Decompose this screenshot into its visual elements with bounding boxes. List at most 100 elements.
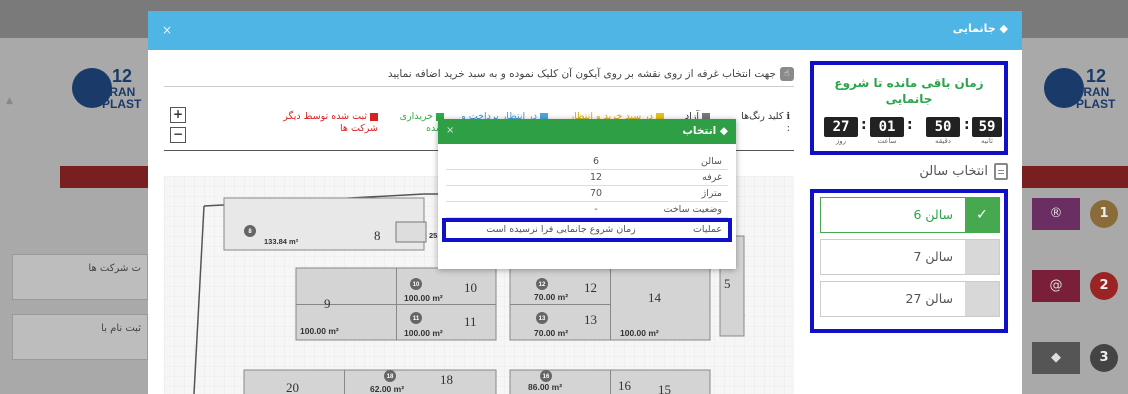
booth-small-shape — [395, 221, 427, 243]
legend-other-company: ثبت شده توسط دیگر شرکت ها — [283, 111, 378, 134]
popup-row-value: - — [594, 204, 598, 215]
timer-minutes: 50 — [926, 117, 960, 137]
modal-close-button[interactable]: × — [162, 23, 172, 37]
booth-9-number: 9 — [324, 296, 331, 311]
popup-title: ◆ انتخاب — [682, 125, 728, 137]
svg-text:PLAST: PLAST — [102, 97, 142, 111]
popup-row-value: 6 — [592, 156, 600, 167]
iran-plast-logo-right: 12 IRAN PLAST — [1044, 66, 1116, 111]
instruction-text: ☝ جهت انتخاب غرفه از روی نقشه بر روی آیکو… — [164, 67, 794, 87]
hall-option-7[interactable]: سالن 7 — [820, 239, 1000, 275]
instruction-label: جهت انتخاب غرفه از روی نقشه بر روی آیکون… — [387, 68, 776, 80]
booth-5-number: 5 — [724, 276, 731, 291]
popup-row-key: عملیات — [692, 224, 722, 235]
timer-title: زمان باقی مانده تا شروع جانمایی — [834, 76, 984, 106]
background-right-panel: 12 IRAN PLAST ® @ ◆ 1 2 3 — [1022, 38, 1128, 394]
check-icon — [965, 282, 999, 316]
hall-option-6[interactable]: سالن 6 ✓ — [820, 197, 1000, 233]
booth-badge-label: 10 — [413, 282, 420, 288]
popup-row-operation: عملیات زمان شروع جانمایی فرا نرسیده است — [442, 218, 732, 242]
popup-row-value: 70 — [589, 188, 603, 199]
booth-13-number: 13 — [584, 312, 597, 327]
zoom-out-button[interactable]: − — [170, 127, 186, 143]
popup-row-key: غرفه — [702, 172, 722, 183]
hall-option-label: سالن 7 — [913, 249, 953, 264]
booth-16-area: 86.00 m² — [528, 382, 562, 392]
check-icon — [965, 240, 999, 274]
booth-15-number: 15 — [658, 382, 671, 394]
booth-18-number: 18 — [440, 372, 453, 387]
popup-row-key: سالن — [701, 156, 722, 167]
modal-title-text: جانمایی — [952, 22, 996, 35]
popup-row-value: زمان شروع جانمایی فرا نرسیده است — [486, 224, 636, 235]
hall-list: سالن 6 ✓ سالن 7 سالن 27 — [810, 189, 1008, 333]
booth-badge-label: 16 — [543, 374, 550, 380]
step-circle-2: 2 — [1090, 272, 1118, 300]
booth-select-popup: × ◆ انتخاب سالن 6 غرفه 12 متراژ 70 وضعیت… — [438, 119, 736, 269]
hall-option-label: سالن 27 — [905, 291, 954, 306]
booth-10-area: 100.00 m² — [404, 293, 443, 303]
timer-seconds-label: ثانیه — [981, 137, 993, 145]
check-icon: ✓ — [965, 198, 999, 232]
legend-swatch-other-company — [370, 112, 378, 121]
background-left-panel: 12 IRAN PLAST ت شرکت ها ثبت نام با — [0, 38, 148, 394]
background-card-2: ثبت نام با — [12, 314, 148, 360]
zoom-in-button[interactable]: + — [170, 107, 186, 123]
modal-header: × ◆ جانمایی — [148, 11, 1022, 50]
layout-modal: × ◆ جانمایی ☝ جهت انتخاب غرفه از روی نقشه… — [148, 11, 1022, 394]
scroll-up-arrow[interactable]: ▲ — [6, 96, 13, 106]
hall-option-label: سالن 6 — [913, 207, 953, 222]
hall-option-27[interactable]: سالن 27 — [820, 281, 1000, 317]
booth-badge-label: 12 — [539, 282, 546, 288]
popup-row-key: متراژ — [701, 188, 722, 199]
background-red-bar-left — [60, 166, 148, 188]
step-circle-3: 3 — [1090, 344, 1118, 372]
popup-row-hall: سالن 6 — [446, 154, 728, 170]
booth-20-number: 20 — [286, 380, 299, 394]
timer-minutes-label: دقیقه — [935, 137, 951, 145]
step-chip-2: @ — [1032, 270, 1080, 302]
countdown-timer: زمان باقی مانده تا شروع جانمایی 27 : 01 … — [810, 61, 1008, 155]
booth-badge-label: 18 — [387, 374, 394, 380]
popup-header: × ◆ انتخاب — [438, 119, 736, 144]
timer-colon: : — [861, 117, 867, 133]
modal-title: ◆ جانمایی — [952, 22, 1008, 35]
booth-16-number: 16 — [618, 378, 632, 393]
info-icon: ℹ — [786, 111, 790, 122]
document-icon — [994, 163, 1008, 180]
booth-8-number: 8 — [374, 228, 381, 243]
popup-row-booth: غرفه 12 — [446, 170, 728, 186]
booth-badge-label: 13 — [539, 316, 546, 322]
hand-pointer-icon: ☝ — [780, 67, 794, 81]
step-chip-3: ◆ — [1032, 342, 1080, 374]
popup-row-key: وضعیت ساخت — [663, 204, 722, 215]
popup-row-value: 12 — [589, 172, 603, 183]
popup-row-area: متراژ 70 — [446, 186, 728, 202]
booth-11-area: 100.00 m² — [404, 328, 443, 338]
popup-close-button[interactable]: × — [446, 125, 454, 136]
svg-text:PLAST: PLAST — [1076, 97, 1116, 111]
svg-text:12: 12 — [112, 66, 132, 86]
step-circle-1: 1 — [1090, 200, 1118, 228]
timer-days-label: روز — [835, 137, 847, 145]
timer-colon: : — [907, 117, 913, 133]
booth-12-number: 12 — [584, 280, 597, 295]
timer-days: 27 — [824, 117, 858, 137]
timer-hours-label: ساعت — [877, 137, 897, 145]
svg-text:12: 12 — [1086, 66, 1106, 86]
background-card-1: ت شرکت ها — [12, 254, 148, 300]
booth-14-number: 14 — [648, 290, 662, 305]
timer-hours: 01 — [870, 117, 904, 137]
booth-8-area: 133.84 m² — [264, 237, 299, 246]
iran-plast-logo-left: 12 IRAN PLAST — [72, 66, 142, 111]
booth-9-area: 100.00 m² — [300, 326, 339, 336]
hall-section-title: انتخاب سالن — [810, 163, 1008, 185]
timer-colon: : — [964, 117, 970, 133]
booth-11-number: 11 — [464, 314, 477, 329]
background-red-bar-right — [1022, 166, 1128, 188]
booth-18-area: 62.00 m² — [370, 384, 404, 394]
legend-purchased: خریداری شده — [399, 111, 444, 134]
booth-14-area: 100.00 m² — [620, 328, 659, 338]
step-chip-1: ® — [1032, 198, 1080, 230]
timer-seconds: 59 — [972, 117, 1002, 137]
